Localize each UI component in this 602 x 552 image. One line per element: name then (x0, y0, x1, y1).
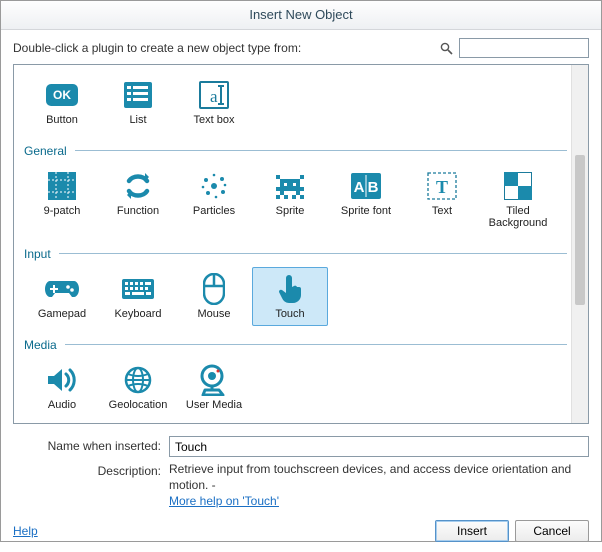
tiledbg-icon (501, 169, 535, 203)
instruction-text: Double-click a plugin to create a new ob… (13, 41, 433, 55)
svg-text:OK: OK (53, 88, 71, 102)
gamepad-icon (45, 272, 79, 306)
textbox-icon: a (197, 78, 231, 112)
search-input[interactable] (459, 38, 589, 58)
help-link[interactable]: Help (13, 524, 38, 538)
particles-icon (197, 169, 231, 203)
webcam-icon (197, 363, 231, 397)
more-help-link[interactable]: More help on 'Touch' (169, 494, 279, 508)
plugin-gamepad[interactable]: Gamepad (24, 267, 100, 326)
name-label: Name when inserted: (13, 436, 169, 453)
touch-icon (273, 272, 307, 306)
text-icon: T (425, 169, 459, 203)
plugin-list: OK Button List a Text box (13, 64, 589, 424)
svg-text:B: B (368, 179, 379, 196)
sprite-icon (273, 169, 307, 203)
svg-text:T: T (436, 177, 448, 197)
keyboard-icon (121, 272, 155, 306)
scrollbar[interactable] (571, 65, 588, 423)
plugin-spritefont[interactable]: AB Sprite font (328, 164, 404, 235)
window-title: Insert New Object (249, 7, 352, 22)
insert-button[interactable]: Insert (435, 520, 509, 542)
list-icon (121, 78, 155, 112)
scrollbar-thumb[interactable] (575, 155, 585, 305)
spritefont-icon: AB (349, 169, 383, 203)
plugin-button[interactable]: OK Button (24, 73, 100, 132)
plugin-audio[interactable]: Audio (24, 358, 100, 417)
plugin-sprite[interactable]: Sprite (252, 164, 328, 235)
section-general: General (24, 144, 567, 158)
name-input[interactable] (169, 436, 589, 457)
svg-text:A: A (354, 179, 365, 196)
cancel-button[interactable]: Cancel (515, 520, 589, 542)
plugin-mouse[interactable]: Mouse (176, 267, 252, 326)
ok-button-icon: OK (45, 78, 79, 112)
plugin-9patch[interactable]: 9-patch (24, 164, 100, 235)
ninepatch-icon (45, 169, 79, 203)
plugin-keyboard[interactable]: Keyboard (100, 267, 176, 326)
globe-icon (121, 363, 155, 397)
plugin-particles[interactable]: Particles (176, 164, 252, 235)
plugin-tiled-background[interactable]: Tiled Background (480, 164, 556, 235)
plugin-touch[interactable]: Touch (252, 267, 328, 326)
section-media: Media (24, 338, 567, 352)
plugin-function[interactable]: Function (100, 164, 176, 235)
description-text: Retrieve input from touchscreen devices,… (169, 461, 589, 510)
plugin-geolocation[interactable]: Geolocation (100, 358, 176, 417)
search-icon (439, 41, 453, 55)
svg-text:a: a (210, 87, 218, 106)
description-label: Description: (13, 461, 169, 478)
mouse-icon (197, 272, 231, 306)
plugin-list[interactable]: List (100, 73, 176, 132)
plugin-textbox[interactable]: a Text box (176, 73, 252, 132)
audio-icon (45, 363, 79, 397)
plugin-usermedia[interactable]: User Media (176, 358, 252, 417)
plugin-text[interactable]: T Text (404, 164, 480, 235)
section-input: Input (24, 247, 567, 261)
title-bar: Insert New Object (1, 1, 601, 30)
function-icon (121, 169, 155, 203)
